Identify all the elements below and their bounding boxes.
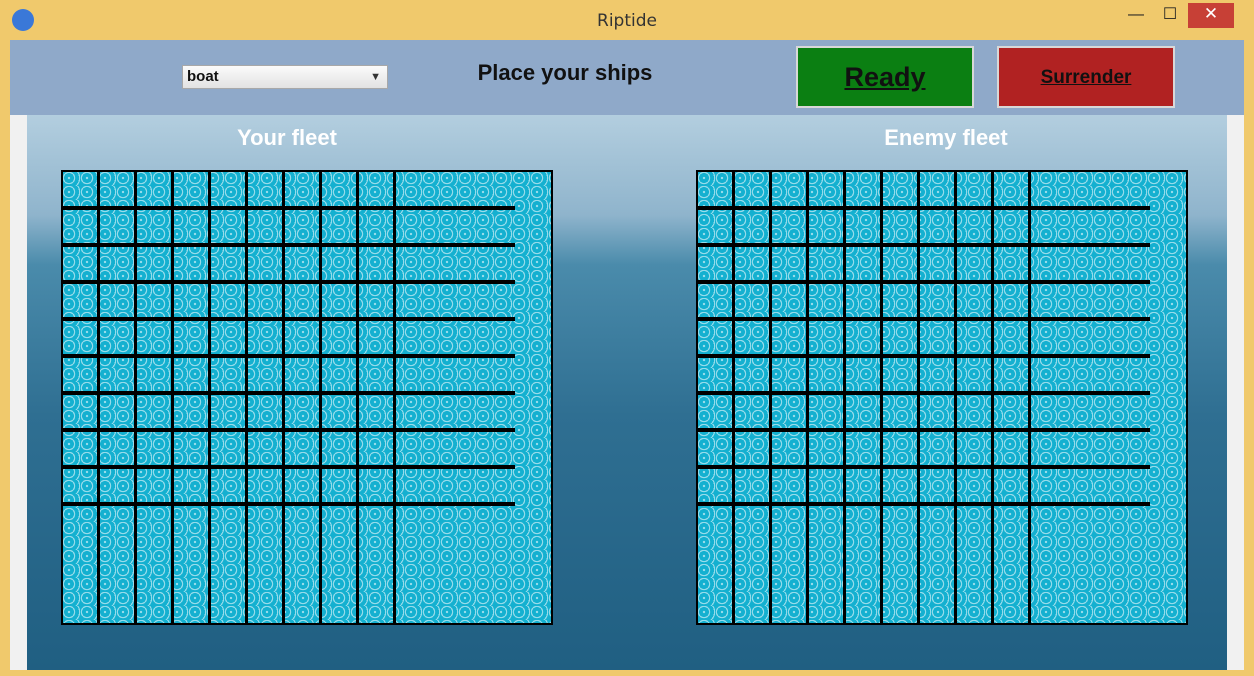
grid-column-line	[245, 172, 248, 623]
grid-row-line	[63, 391, 515, 395]
minimize-button[interactable]: —	[1120, 4, 1152, 28]
grid-column-line	[991, 172, 994, 623]
close-button[interactable]: ✕	[1188, 3, 1234, 28]
ship-select-value: boat	[187, 68, 219, 85]
grid-column-line	[954, 172, 957, 623]
grid-row-line	[63, 317, 515, 321]
grid-column-line	[97, 172, 100, 623]
grid-column-line	[843, 172, 846, 623]
enemy-board[interactable]	[696, 170, 1188, 625]
grid-column-line	[1028, 172, 1031, 623]
grid-column-line	[806, 172, 809, 623]
grid-column-line	[769, 172, 772, 623]
grid-column-line	[393, 172, 396, 623]
ship-select[interactable]: boat ▼	[182, 65, 388, 89]
title-bar: Riptide — ☐ ✕	[0, 0, 1254, 40]
grid-row-line	[63, 280, 515, 284]
instruction-text: Place your ships	[477, 60, 653, 85]
grid-row-line	[698, 465, 1150, 469]
surrender-button[interactable]: Surrender	[997, 46, 1175, 108]
grid-row-line	[698, 206, 1150, 210]
grid-row-line	[63, 428, 515, 432]
grid-column-line	[732, 172, 735, 623]
enemy-fleet-title: Enemy fleet	[884, 125, 1008, 150]
grid-column-line	[917, 172, 920, 623]
grid-row-line	[698, 317, 1150, 321]
grid-row-line	[63, 206, 515, 210]
grid-column-line	[134, 172, 137, 623]
player-board[interactable]	[61, 170, 553, 625]
grid-row-line	[698, 391, 1150, 395]
grid-row-line	[63, 502, 515, 506]
maximize-button[interactable]: ☐	[1155, 4, 1185, 28]
grid-column-line	[282, 172, 285, 623]
grid-row-line	[698, 354, 1150, 358]
grid-row-line	[698, 502, 1150, 506]
window-title: Riptide	[597, 11, 657, 31]
grid-row-line	[63, 465, 515, 469]
grid-column-line	[356, 172, 359, 623]
grid-column-line	[171, 172, 174, 623]
player-fleet-title: Your fleet	[237, 125, 337, 150]
grid-column-line	[208, 172, 211, 623]
ready-button[interactable]: Ready	[796, 46, 974, 108]
grid-row-line	[63, 243, 515, 247]
grid-row-line	[63, 354, 515, 358]
grid-column-line	[319, 172, 322, 623]
grid-column-line	[880, 172, 883, 623]
chevron-down-icon: ▼	[370, 71, 381, 83]
grid-row-line	[698, 243, 1150, 247]
grid-row-line	[698, 428, 1150, 432]
grid-row-line	[698, 280, 1150, 284]
